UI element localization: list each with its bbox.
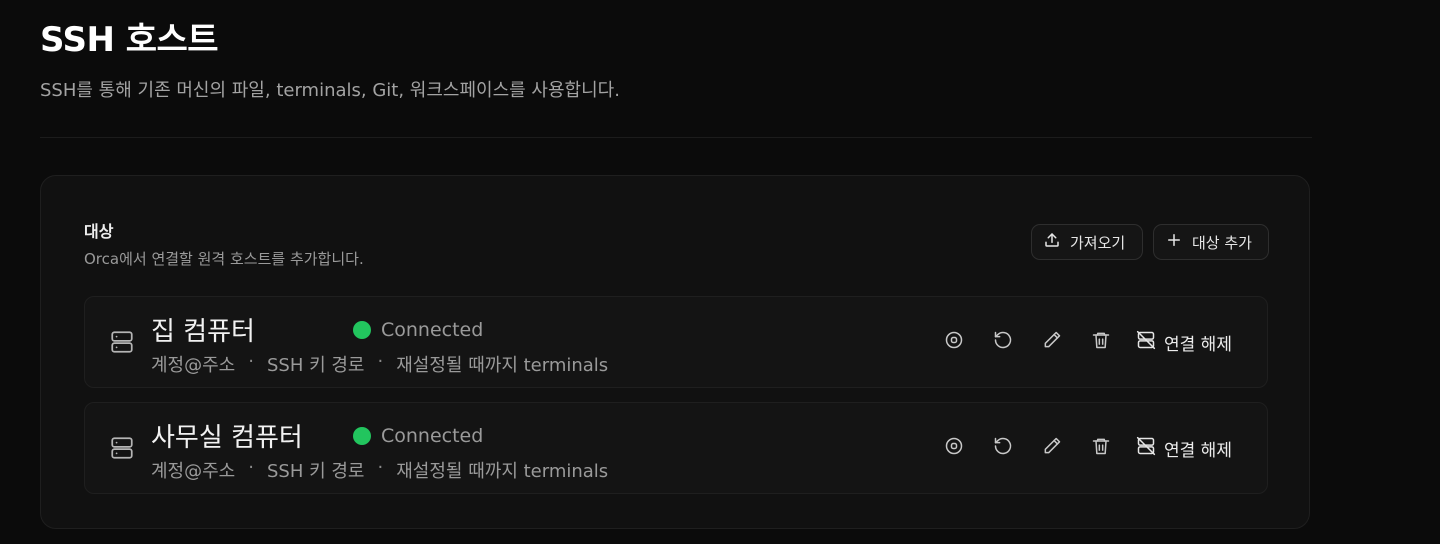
divider (40, 137, 1312, 138)
page-title: SSH 호스트 (40, 20, 219, 60)
host-name: 사무실 컴퓨터 (151, 423, 303, 453)
import-label: 가져오기 (1070, 233, 1126, 252)
stop-circle-icon (944, 330, 964, 354)
meta-separator: · (377, 457, 384, 478)
disconnect-label: 연결 해제 (1164, 441, 1232, 461)
plus-icon (1165, 231, 1183, 253)
host-account: 계정@주소 (151, 355, 236, 376)
ssh-hosts-page: SSH 호스트 SSH를 통해 기존 머신의 파일, terminals, Gi… (0, 0, 1440, 544)
restart-button[interactable] (992, 437, 1014, 459)
import-button[interactable]: 가져오기 (1031, 224, 1143, 260)
host-meta: 계정@주소 · SSH 키 경로 · 재설정될 때까지 terminals (151, 351, 608, 377)
host-row: 사무실 컴퓨터 Connected 계정@주소 · SSH 키 경로 · 재설정… (84, 402, 1268, 494)
meta-separator: · (377, 351, 384, 372)
status-label: Connected (381, 319, 484, 341)
unplug-icon (1136, 436, 1156, 461)
trash-icon (1091, 330, 1111, 354)
add-target-button[interactable]: 대상 추가 (1153, 224, 1269, 260)
host-key-path: SSH 키 경로 (266, 461, 365, 482)
host-row: 집 컴퓨터 Connected 계정@주소 · SSH 키 경로 · 재설정될 … (84, 296, 1268, 388)
targets-card: 대상 Orca에서 연결할 원격 호스트를 추가합니다. 가져오기 대상 추가 (40, 175, 1310, 529)
host-persistence: 재설정될 때까지 terminals (396, 461, 609, 482)
stop-circle-icon (944, 436, 964, 460)
restart-button[interactable] (992, 331, 1014, 353)
targets-description: Orca에서 연결할 원격 호스트를 추가합니다. (84, 250, 364, 268)
page-subtitle: SSH를 통해 기존 머신의 파일, terminals, Git, 워크스페이… (40, 80, 620, 101)
connection-status: Connected (353, 319, 483, 341)
meta-separator: · (248, 351, 254, 372)
targets-title: 대상 (84, 222, 114, 241)
host-key-path: SSH 키 경로 (266, 355, 365, 376)
edit-button[interactable] (1041, 331, 1063, 353)
disconnect-button[interactable]: 연결 해제 (1136, 436, 1232, 461)
status-dot (353, 321, 371, 339)
status-label: Connected (381, 425, 484, 447)
host-name: 집 컴퓨터 (151, 317, 255, 347)
pencil-icon (1042, 330, 1062, 354)
trash-icon (1091, 436, 1111, 460)
disconnect-button[interactable]: 연결 해제 (1136, 330, 1232, 355)
meta-separator: · (248, 457, 254, 478)
add-target-label: 대상 추가 (1192, 233, 1252, 252)
delete-button[interactable] (1090, 437, 1112, 459)
rotate-ccw-icon (993, 436, 1013, 460)
edit-button[interactable] (1041, 437, 1063, 459)
unplug-icon (1136, 330, 1156, 355)
pencil-icon (1042, 436, 1062, 460)
server-icon (109, 435, 135, 465)
upload-icon (1043, 231, 1061, 253)
host-persistence: 재설정될 때까지 terminals (396, 355, 609, 376)
stop-button[interactable] (943, 331, 965, 353)
host-meta: 계정@주소 · SSH 키 경로 · 재설정될 때까지 terminals (151, 457, 608, 483)
host-account: 계정@주소 (151, 461, 236, 482)
stop-button[interactable] (943, 437, 965, 459)
status-dot (353, 427, 371, 445)
delete-button[interactable] (1090, 331, 1112, 353)
rotate-ccw-icon (993, 330, 1013, 354)
connection-status: Connected (353, 425, 483, 447)
disconnect-label: 연결 해제 (1164, 335, 1232, 355)
server-icon (109, 329, 135, 359)
